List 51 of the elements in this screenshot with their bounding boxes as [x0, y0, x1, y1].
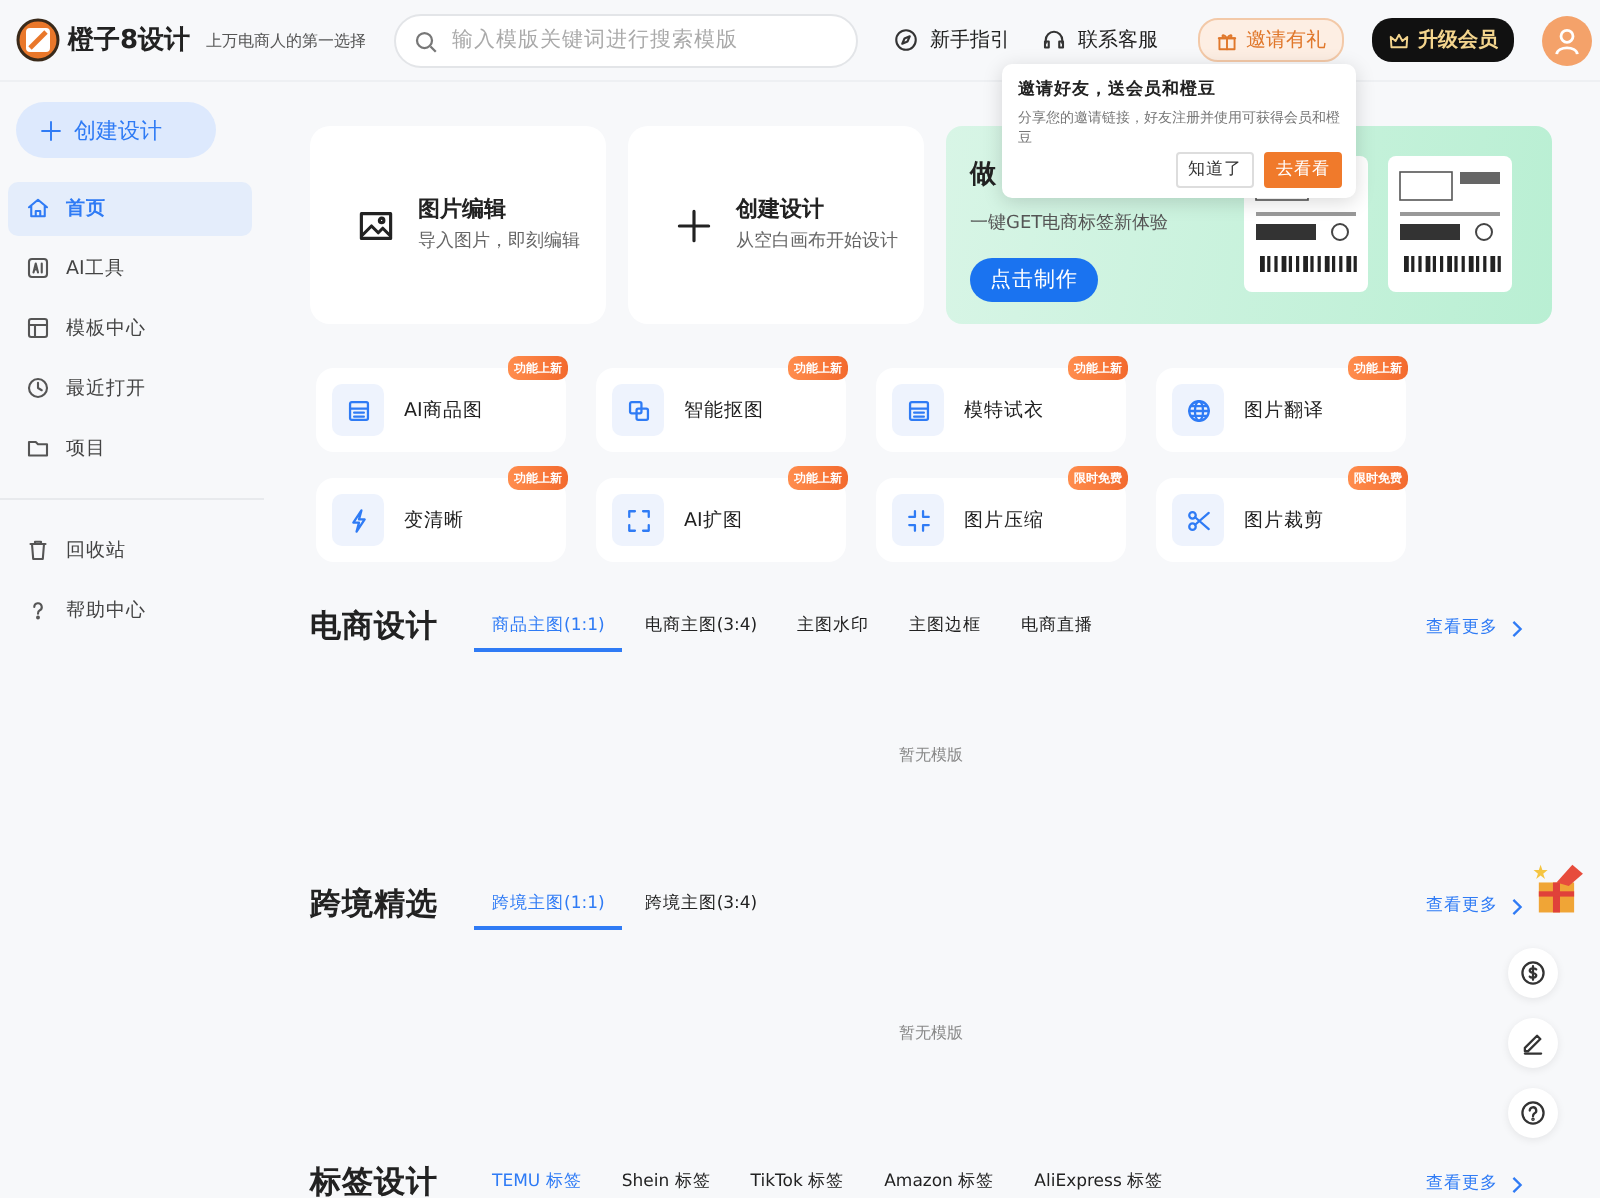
- category-tab[interactable]: 跨境主图(3:4): [626, 892, 776, 930]
- category-tab[interactable]: TikTok 标签: [732, 1170, 863, 1198]
- section-title: 跨境精选: [310, 884, 440, 926]
- see-more-link[interactable]: 查看更多: [1426, 894, 1524, 930]
- banner-title: 做: [970, 158, 996, 192]
- tool-label: 智能抠图: [684, 397, 764, 423]
- section-title: 电商设计: [310, 606, 440, 648]
- card-description: 导入图片，即刻编辑: [418, 229, 580, 256]
- header-link[interactable]: 联系客服: [1042, 26, 1159, 54]
- make-button[interactable]: 点击制作: [970, 258, 1098, 302]
- category-tab[interactable]: 主图水印: [779, 614, 888, 652]
- category-tab[interactable]: 电商主图(3:4): [626, 614, 776, 652]
- see-more-link[interactable]: 查看更多: [1426, 1172, 1524, 1198]
- sidebar-item[interactable]: 项目: [8, 421, 252, 475]
- empty-message: 暂无模版: [899, 743, 963, 765]
- slogan: 上万电商人的第一选择: [206, 29, 367, 51]
- sidebar-item[interactable]: 帮助中心: [8, 583, 252, 637]
- tool-label: 变清晰: [404, 507, 464, 533]
- card-title: 创建设计: [736, 193, 826, 224]
- quick-action-card[interactable]: 创建设计 从空白画布开始设计: [628, 126, 924, 324]
- tool-label: 模特试衣: [964, 397, 1044, 423]
- sidebar-item[interactable]: AI工具: [8, 241, 252, 295]
- tool-label: AI扩图: [684, 507, 743, 533]
- empty-message: 暂无模版: [899, 1021, 963, 1043]
- popover-title: 邀请好友，送会员和橙豆: [1018, 78, 1218, 102]
- brand-name: 橙子8设计: [68, 24, 191, 58]
- category-tab[interactable]: Amazon 标签: [866, 1170, 1013, 1198]
- category-tab[interactable]: Shein 标签: [603, 1170, 729, 1198]
- header-link[interactable]: 新手指引: [894, 26, 1011, 54]
- tool-label: AI商品图: [404, 397, 483, 423]
- banner-subtitle: 一键GET电商标签新体验: [970, 211, 1169, 236]
- card-description: 从空白画布开始设计: [736, 229, 898, 256]
- section-title: 标签设计: [310, 1162, 440, 1198]
- card-title: 图片编辑: [418, 193, 508, 224]
- category-tab[interactable]: TEMU 标签: [474, 1170, 600, 1198]
- quick-action-card[interactable]: 图片编辑 导入图片，即刻编辑: [310, 126, 606, 324]
- category-tab[interactable]: 主图边框: [891, 614, 1000, 652]
- sidebar-item[interactable]: 模板中心: [8, 301, 252, 355]
- search-field[interactable]: 输入模版关键词进行搜索模版: [394, 13, 859, 67]
- sidebar-item[interactable]: 最近打开: [8, 361, 252, 415]
- sidebar-item[interactable]: 回收站: [8, 523, 252, 577]
- tool-label: 图片裁剪: [1244, 507, 1324, 533]
- category-tab[interactable]: 跨境主图(1:1): [474, 892, 623, 930]
- tool-label: 图片压缩: [964, 507, 1044, 533]
- category-tab[interactable]: 商品主图(1:1): [474, 614, 623, 652]
- category-tab[interactable]: 电商直播: [1003, 614, 1112, 652]
- see-more-link[interactable]: 查看更多: [1426, 616, 1524, 652]
- upgrade-button[interactable]: 升级会员: [1372, 18, 1515, 62]
- popover-button[interactable]: 知道了: [1176, 152, 1254, 189]
- category-tab[interactable]: AliExpress 标签: [1016, 1170, 1182, 1198]
- tool-label: 图片翻译: [1244, 397, 1324, 423]
